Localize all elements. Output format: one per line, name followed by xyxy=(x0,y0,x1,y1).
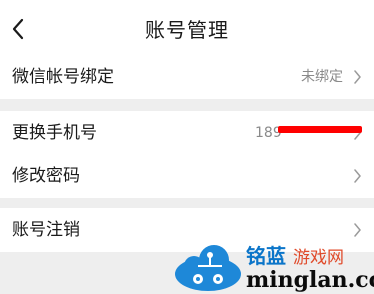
redaction-mark xyxy=(278,126,362,133)
watermark: 铭蓝 游戏网 minglan.cc xyxy=(172,238,374,294)
wechat-binding-row[interactable]: 微信帐号绑定 未绑定 xyxy=(0,55,374,99)
section-separator xyxy=(0,99,374,111)
watermark-brand: 铭蓝 游戏网 xyxy=(246,240,344,269)
wechat-binding-label: 微信帐号绑定 xyxy=(12,67,114,87)
watermark-domain: minglan.cc xyxy=(246,267,374,293)
watermark-brand-main: 铭蓝 xyxy=(246,244,286,268)
section-separator xyxy=(0,198,374,208)
watermark-brand-sub: 游戏网 xyxy=(292,248,344,268)
chevron-right-icon xyxy=(354,169,361,183)
wechat-binding-status: 未绑定 xyxy=(301,69,343,85)
chevron-right-icon xyxy=(354,223,361,237)
change-phone-row[interactable]: 更换手机号 189 xyxy=(0,111,374,155)
phone-number: 189 xyxy=(255,125,282,141)
account-cancel-label: 账号注销 xyxy=(12,220,80,240)
page-title: 账号管理 xyxy=(145,18,229,42)
change-password-row[interactable]: 修改密码 xyxy=(0,154,374,198)
chevron-right-icon xyxy=(354,70,361,84)
cloud-logo-icon xyxy=(175,245,241,291)
change-phone-label: 更换手机号 xyxy=(12,123,97,143)
nav-bar: 账号管理 xyxy=(0,0,374,58)
change-password-label: 修改密码 xyxy=(12,166,80,186)
